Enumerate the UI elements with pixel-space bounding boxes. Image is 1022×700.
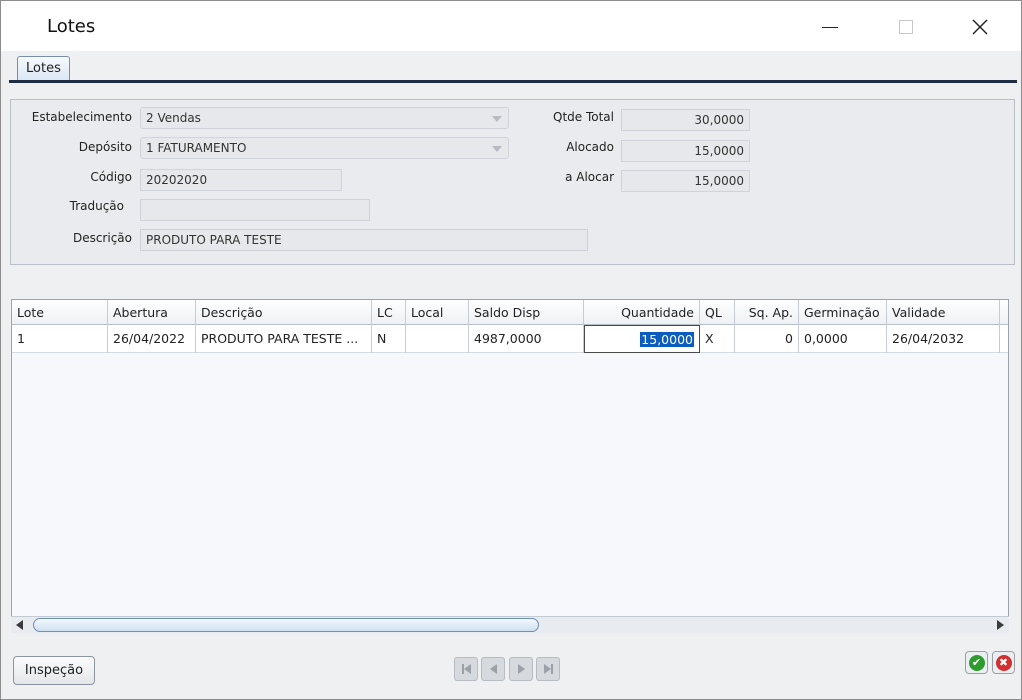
estabelecimento-label: Estabelecimento bbox=[31, 110, 132, 124]
maximize-icon bbox=[899, 20, 913, 34]
a-alocar-label: a Alocar bbox=[565, 170, 614, 184]
quantidade-selected-text[interactable]: 15,0000 bbox=[640, 332, 694, 347]
table-row[interactable]: 1 26/04/2022 PRODUTO PARA TESTE ... N 49… bbox=[12, 325, 1008, 353]
cell-lc[interactable]: N bbox=[372, 325, 406, 353]
estabelecimento-value: 2 Vendas bbox=[146, 111, 201, 125]
minimize-button[interactable] bbox=[807, 9, 853, 45]
alocado-field[interactable]: 15,0000 bbox=[621, 140, 750, 162]
cell-germinacao[interactable]: 0,0000 bbox=[799, 325, 887, 353]
header-form: Estabelecimento 2 Vendas Depósito 1 FATU… bbox=[10, 99, 1015, 265]
codigo-label: Código bbox=[90, 170, 132, 184]
previous-record-icon bbox=[489, 664, 497, 674]
previous-record-button[interactable] bbox=[481, 657, 505, 681]
column-header-ql[interactable]: QL bbox=[700, 300, 735, 325]
column-header-descricao[interactable]: Descrição bbox=[196, 300, 372, 325]
maximize-button[interactable] bbox=[883, 9, 929, 45]
scroll-left-icon[interactable] bbox=[16, 620, 23, 630]
tab-lotes[interactable]: Lotes bbox=[17, 56, 70, 82]
traducao-field[interactable] bbox=[140, 199, 370, 221]
qtde-total-field[interactable]: 30,0000 bbox=[621, 109, 750, 131]
next-record-button[interactable] bbox=[509, 657, 533, 681]
cell-lote[interactable]: 1 bbox=[12, 325, 108, 353]
tab-strip: Lotes bbox=[1, 51, 1021, 82]
chevron-down-icon bbox=[492, 116, 502, 122]
tab-underline bbox=[9, 80, 1017, 83]
next-record-icon bbox=[517, 664, 525, 674]
cell-validade[interactable]: 26/04/2032 bbox=[887, 325, 1000, 353]
grid-header: Lote Abertura Descrição LC Local Saldo D… bbox=[12, 300, 1008, 325]
codigo-field[interactable]: 20202020 bbox=[140, 169, 342, 191]
horizontal-scrollbar[interactable] bbox=[11, 616, 1009, 633]
column-header-abertura[interactable]: Abertura bbox=[108, 300, 196, 325]
cell-abertura[interactable]: 26/04/2022 bbox=[108, 325, 196, 353]
cancel-button[interactable]: ✖ bbox=[992, 651, 1015, 674]
qtde-total-label: Qtde Total bbox=[553, 110, 614, 124]
first-record-icon bbox=[461, 664, 471, 674]
scrollbar-thumb[interactable] bbox=[33, 618, 539, 632]
cell-sq-ap[interactable]: 0 bbox=[735, 325, 799, 353]
close-button[interactable] bbox=[957, 9, 1003, 45]
column-header-validade[interactable]: Validade bbox=[887, 300, 1000, 325]
inspecao-button[interactable]: Inspeção bbox=[13, 656, 95, 685]
last-record-button[interactable] bbox=[536, 657, 560, 681]
cancel-icon: ✖ bbox=[995, 654, 1012, 671]
cell-quantidade-editor[interactable]: 15,0000 bbox=[584, 325, 700, 353]
descricao-label: Descrição bbox=[72, 231, 132, 245]
lotes-grid[interactable]: Lote Abertura Descrição LC Local Saldo D… bbox=[11, 299, 1009, 633]
traducao-label: Tradução bbox=[69, 199, 124, 213]
estabelecimento-select[interactable]: 2 Vendas bbox=[140, 107, 509, 129]
deposito-select[interactable]: 1 FATURAMENTO bbox=[140, 137, 509, 159]
alocado-label: Alocado bbox=[566, 140, 614, 154]
cell-local[interactable] bbox=[406, 325, 469, 353]
column-header-sq-ap[interactable]: Sq. Ap. bbox=[735, 300, 799, 325]
column-header-quantidade[interactable]: Quantidade bbox=[584, 300, 700, 325]
column-header-saldo-disp[interactable]: Saldo Disp bbox=[469, 300, 584, 325]
scroll-right-icon[interactable] bbox=[997, 620, 1004, 630]
column-header-local[interactable]: Local bbox=[406, 300, 469, 325]
column-header-lote[interactable]: Lote bbox=[12, 300, 108, 325]
a-alocar-field[interactable]: 15,0000 bbox=[621, 170, 750, 192]
deposito-value: 1 FATURAMENTO bbox=[146, 141, 247, 155]
minimize-icon bbox=[822, 26, 838, 28]
column-header-germinacao[interactable]: Germinação bbox=[799, 300, 887, 325]
confirm-icon: ✔ bbox=[968, 654, 985, 671]
last-record-icon bbox=[543, 664, 553, 674]
confirm-button[interactable]: ✔ bbox=[965, 651, 988, 674]
title-bar: Lotes bbox=[1, 1, 1021, 51]
cell-saldo-disp[interactable]: 4987,0000 bbox=[469, 325, 584, 353]
descricao-field[interactable]: PRODUTO PARA TESTE bbox=[140, 229, 588, 251]
deposito-label: Depósito bbox=[78, 140, 132, 154]
close-icon bbox=[972, 19, 988, 35]
cell-ql[interactable]: X bbox=[700, 325, 735, 353]
chevron-down-icon bbox=[492, 146, 502, 152]
lotes-dialog: Lotes Lotes Estabelecimento 2 Vendas Dep… bbox=[0, 0, 1022, 700]
window-title: Lotes bbox=[47, 16, 96, 37]
column-header-lc[interactable]: LC bbox=[372, 300, 406, 325]
first-record-button[interactable] bbox=[454, 657, 478, 681]
cell-descricao[interactable]: PRODUTO PARA TESTE ... bbox=[196, 325, 372, 353]
